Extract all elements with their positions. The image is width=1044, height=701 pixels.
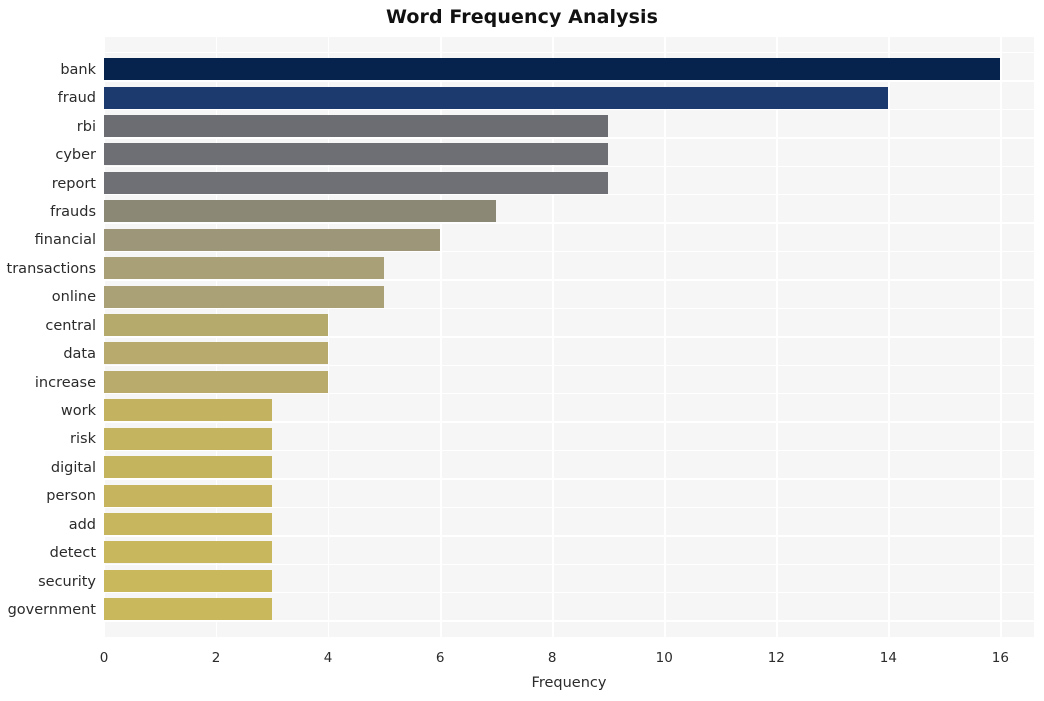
bar-row bbox=[104, 311, 1034, 340]
y-tick-label-report: report bbox=[51, 175, 96, 192]
bar-row bbox=[104, 225, 1034, 254]
horizontal-gridline bbox=[104, 51, 1034, 54]
y-tick-label-frauds: frauds bbox=[50, 204, 96, 221]
y-tick-label-person: person bbox=[46, 488, 96, 505]
y-tick-label-increase: increase bbox=[34, 374, 96, 391]
x-tick-label-12: 12 bbox=[767, 650, 785, 666]
bar-row bbox=[104, 396, 1034, 425]
x-axis-label: Frequency bbox=[531, 675, 607, 691]
x-tick-label-8: 8 bbox=[547, 650, 557, 666]
bar-row bbox=[104, 339, 1034, 368]
y-tick-label-detect: detect bbox=[49, 545, 96, 562]
bar-increase bbox=[104, 370, 329, 393]
bar-cyber bbox=[104, 143, 609, 166]
x-tick-label-2: 2 bbox=[211, 650, 221, 666]
bar-add bbox=[104, 512, 273, 535]
bar-row bbox=[104, 112, 1034, 141]
bar-row bbox=[104, 197, 1034, 226]
bar-report bbox=[104, 171, 609, 194]
y-tick-label-fraud: fraud bbox=[57, 90, 96, 107]
bar-row bbox=[104, 83, 1034, 112]
bar-bank bbox=[104, 58, 1001, 81]
bar-row bbox=[104, 538, 1034, 567]
bar-transactions bbox=[104, 257, 385, 280]
y-tick-label-rbi: rbi bbox=[76, 118, 96, 135]
word-frequency-chart: Word Frequency Analysis bank fraud rbi cybe… bbox=[0, 0, 1044, 701]
bar-security bbox=[104, 569, 273, 592]
bar-work bbox=[104, 399, 273, 422]
bar-data bbox=[104, 342, 329, 365]
bar-financial bbox=[104, 228, 441, 251]
bar-detect bbox=[104, 541, 273, 564]
bar-frauds bbox=[104, 200, 497, 223]
x-tick-label-4: 4 bbox=[323, 650, 333, 666]
page-title: Word Frequency Analysis bbox=[385, 6, 659, 28]
x-tick-label-14: 14 bbox=[879, 650, 897, 666]
y-tick-label-financial: financial bbox=[34, 232, 96, 249]
y-tick-label-transactions: transactions bbox=[6, 260, 96, 277]
x-tick-label-0: 0 bbox=[99, 650, 109, 666]
x-tick-label-10: 10 bbox=[655, 650, 673, 666]
bar-row bbox=[104, 254, 1034, 283]
bar-row bbox=[104, 368, 1034, 397]
bar-row bbox=[104, 567, 1034, 596]
bar-row bbox=[104, 169, 1034, 198]
bar-row bbox=[104, 282, 1034, 311]
y-tick-label-work: work bbox=[60, 403, 96, 420]
y-tick-label-bank: bank bbox=[60, 61, 96, 78]
bar-row bbox=[104, 510, 1034, 539]
y-tick-label-online: online bbox=[51, 289, 96, 306]
bar-digital bbox=[104, 456, 273, 479]
y-tick-label-risk: risk bbox=[70, 431, 96, 448]
bar-central bbox=[104, 313, 329, 336]
bar-rbi bbox=[104, 114, 609, 137]
y-tick-label-cyber: cyber bbox=[55, 147, 96, 164]
plot-area bbox=[104, 37, 1034, 637]
bar-row bbox=[104, 424, 1034, 453]
x-tick-label-6: 6 bbox=[435, 650, 445, 666]
bar-row bbox=[104, 595, 1034, 624]
y-tick-label-digital: digital bbox=[50, 459, 96, 476]
bar-government bbox=[104, 598, 273, 621]
bar-online bbox=[104, 285, 385, 308]
bar-row bbox=[104, 55, 1034, 84]
y-tick-label-central: central bbox=[45, 317, 96, 334]
bar-row bbox=[104, 481, 1034, 510]
y-tick-label-government: government bbox=[7, 602, 96, 619]
x-tick-label-16: 16 bbox=[991, 650, 1009, 666]
y-tick-label-add: add bbox=[68, 516, 96, 533]
bar-risk bbox=[104, 427, 273, 450]
y-tick-label-security: security bbox=[38, 573, 96, 590]
bar-row bbox=[104, 140, 1034, 169]
bar-row bbox=[104, 453, 1034, 482]
bar-person bbox=[104, 484, 273, 507]
y-tick-label-data: data bbox=[63, 346, 96, 363]
bar-fraud bbox=[104, 86, 889, 109]
